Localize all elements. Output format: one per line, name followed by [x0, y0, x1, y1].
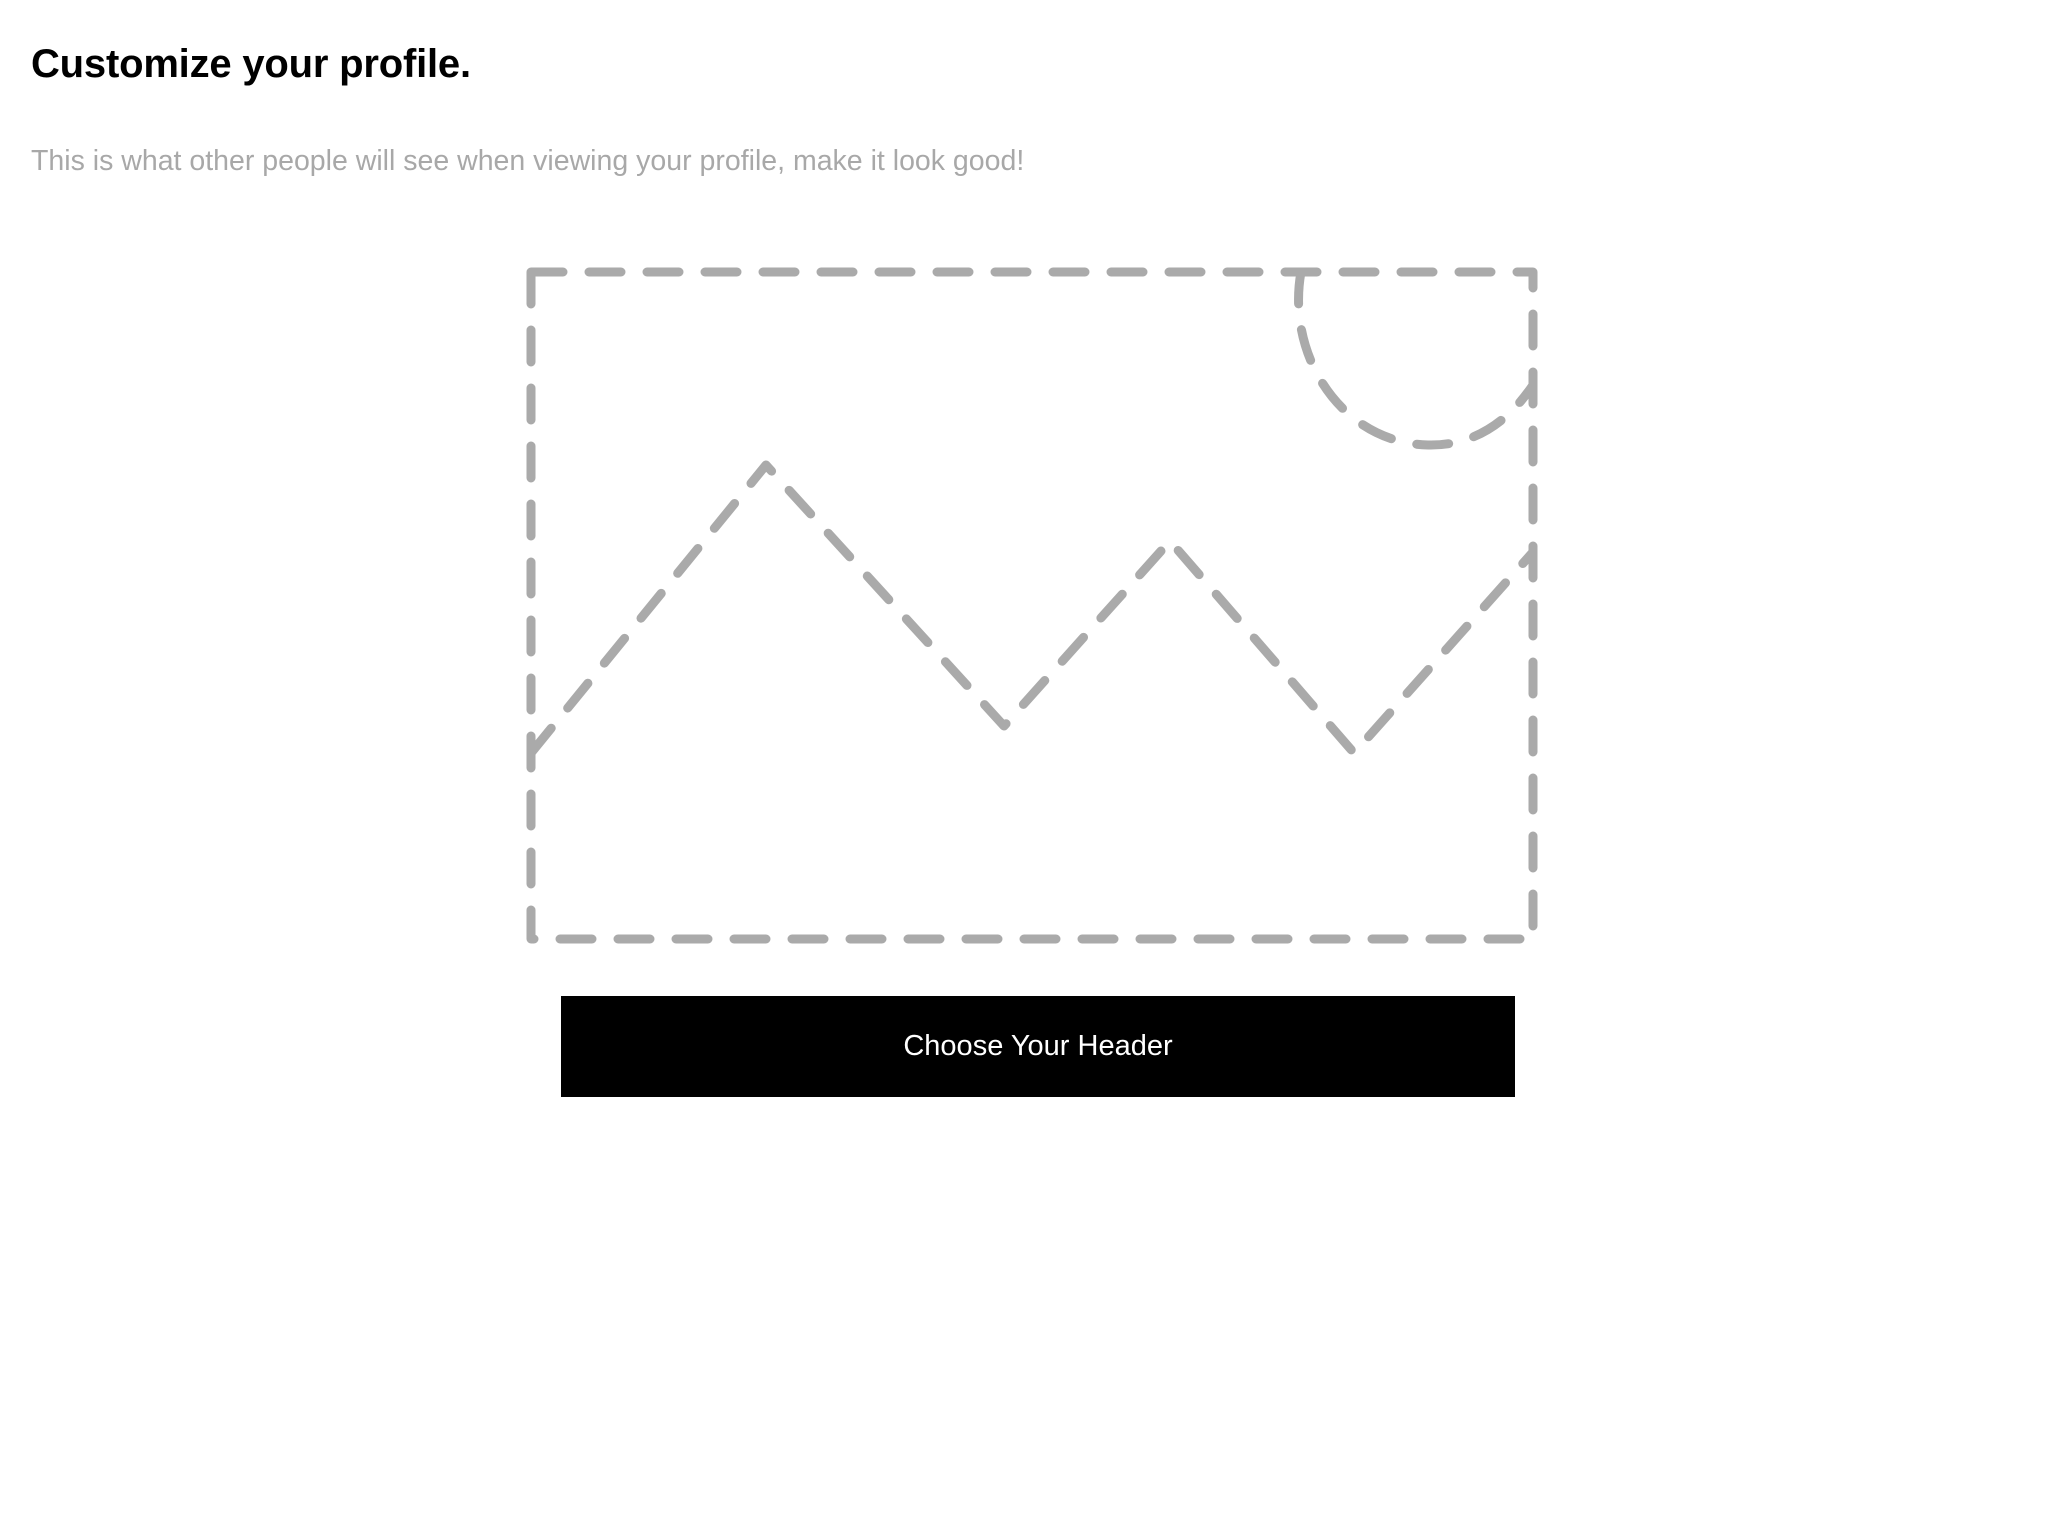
choose-header-button[interactable]: Choose Your Header — [561, 996, 1515, 1097]
image-placeholder-icon — [526, 267, 1538, 944]
customize-profile-page: Customize your profile. This is what oth… — [0, 0, 2048, 1536]
page-subtitle: This is what other people will see when … — [31, 145, 1025, 177]
placeholder-frame — [526, 267, 1538, 944]
placeholder-mountains — [526, 460, 1538, 758]
page-title: Customize your profile. — [31, 42, 471, 86]
header-image-placeholder — [526, 265, 1538, 946]
placeholder-sun — [1294, 267, 1538, 450]
